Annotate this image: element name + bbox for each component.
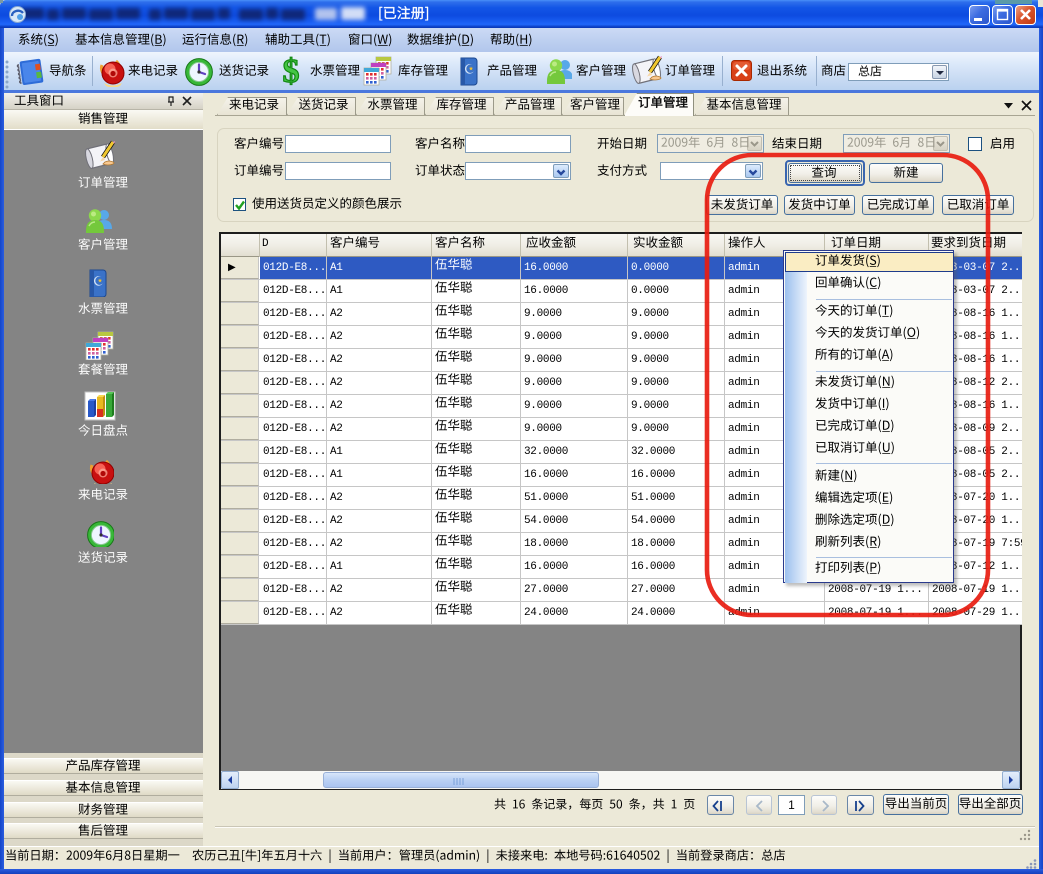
svg-text:$: $ — [283, 54, 300, 87]
